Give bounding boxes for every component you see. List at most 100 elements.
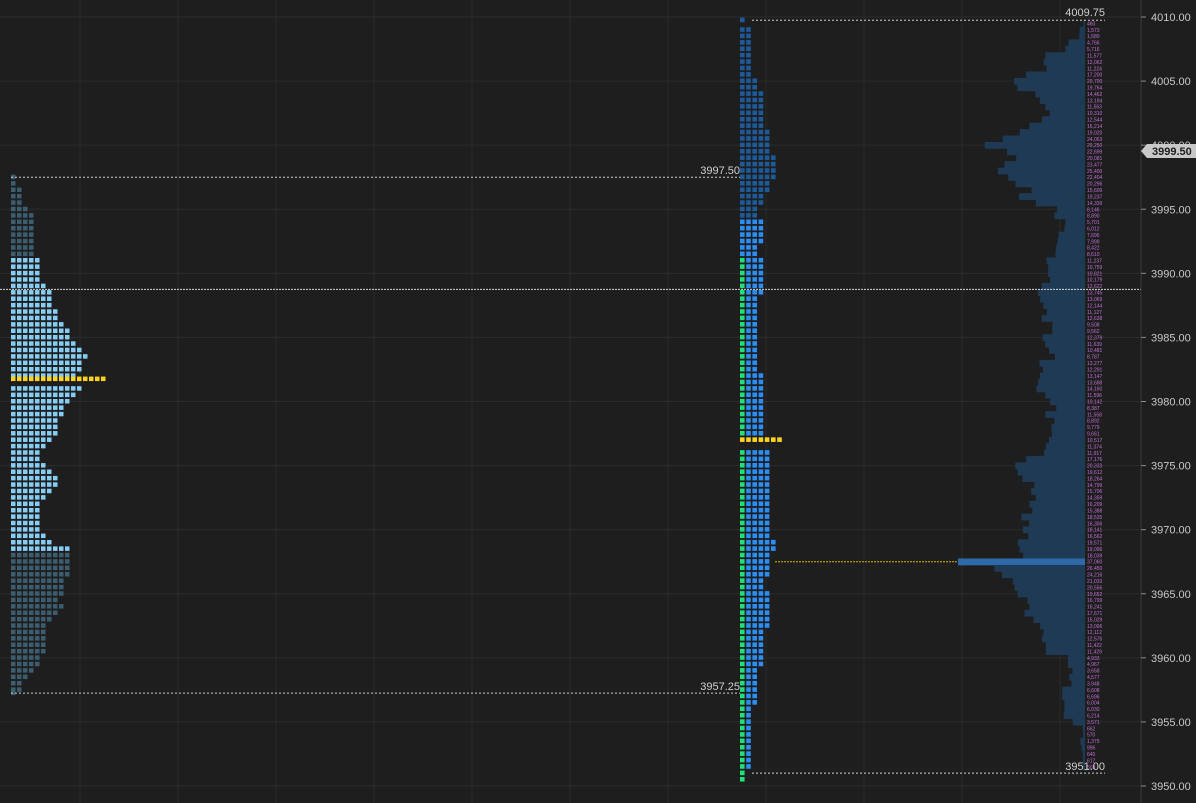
center-tpo-block <box>758 219 764 225</box>
center-tpo-block <box>740 674 745 680</box>
left-tpo-block <box>17 475 22 481</box>
center-tpo-block <box>746 341 751 346</box>
left-tpo-block <box>47 604 52 609</box>
left-tpo-block <box>59 392 64 398</box>
left-tpo-block <box>47 296 52 301</box>
center-tpo-block <box>740 411 745 417</box>
left-tpo-block <box>29 376 34 382</box>
left-tpo-block <box>35 290 40 295</box>
center-tpo-block <box>740 238 745 244</box>
center-tpo-block <box>752 264 757 269</box>
left-tpo-block <box>11 520 16 526</box>
left-tpo-block <box>35 424 40 430</box>
center-tpo-block <box>746 546 751 551</box>
center-tpo-block <box>758 123 764 128</box>
left-tpo-block <box>11 431 16 436</box>
left-tpo-block <box>65 334 70 340</box>
center-tpo-block <box>746 315 751 321</box>
left-tpo-block <box>53 366 58 372</box>
center-tpo-block <box>758 629 764 635</box>
center-tpo-block <box>740 302 745 308</box>
center-tpo-block <box>746 591 751 596</box>
left-tpo-block <box>23 302 28 308</box>
left-tpo-block <box>59 347 64 353</box>
volume-bar <box>1041 635 1085 643</box>
center-tpo-block <box>752 219 757 225</box>
center-tpo-block <box>740 552 745 558</box>
center-tpo-block <box>740 27 745 32</box>
left-tpo-block <box>77 354 82 359</box>
center-tpo-block <box>752 283 757 289</box>
volume-bar <box>1045 391 1085 399</box>
center-tpo-block <box>758 174 764 180</box>
volume-value-label: 12,544 <box>1087 118 1103 124</box>
left-tpo-block <box>59 604 64 609</box>
center-tpo-block <box>764 514 770 519</box>
left-tpo-block <box>29 315 34 321</box>
left-tpo-block <box>11 219 16 225</box>
left-tpo-block <box>41 322 46 327</box>
left-tpo-block <box>47 302 52 308</box>
volume-value-label: 20,081 <box>1087 156 1103 162</box>
left-tpo-block <box>29 386 34 391</box>
volume-value-label: 1,573 <box>1087 28 1100 34</box>
left-tpo-block <box>47 610 52 615</box>
left-tpo-block <box>23 572 28 577</box>
center-tpo-block <box>746 571 751 577</box>
left-tpo-block <box>59 405 64 410</box>
center-tpo-block <box>752 315 757 321</box>
left-tpo-block <box>23 437 28 442</box>
left-tpo-block <box>53 392 58 398</box>
center-tpo-block <box>758 232 764 237</box>
center-tpo-block <box>740 200 745 205</box>
left-tpo-block <box>35 488 40 494</box>
left-tpo-block <box>53 552 58 558</box>
left-tpo-block <box>59 559 64 564</box>
left-tpo-block <box>41 488 46 494</box>
center-tpo-block <box>740 148 745 154</box>
left-tpo-block <box>11 232 16 237</box>
left-tpo-block <box>23 424 28 430</box>
left-tpo-block <box>29 232 34 237</box>
left-tpo-block <box>53 604 58 609</box>
left-tpo-block <box>41 636 46 641</box>
volume-bar <box>1019 129 1085 136</box>
left-tpo-block <box>29 604 34 609</box>
center-tpo-block <box>752 136 757 141</box>
center-tpo-block <box>740 59 745 64</box>
left-tpo-block <box>35 597 40 603</box>
left-tpo-block <box>35 661 40 667</box>
center-tpo-block <box>752 104 757 109</box>
center-tpo-block <box>752 257 757 263</box>
left-tpo-block <box>35 546 40 551</box>
left-profile-low-label: 3957.25 <box>700 681 740 693</box>
left-tpo-block <box>35 507 40 513</box>
volume-value-label: 996 <box>1087 746 1096 752</box>
center-tpo-block <box>758 648 764 654</box>
center-tpo-block <box>746 373 751 378</box>
center-tpo-block <box>758 565 764 571</box>
center-tpo-block <box>752 462 757 468</box>
center-tpo-block <box>746 655 751 660</box>
left-tpo-block <box>35 591 40 596</box>
left-tpo-block <box>47 315 52 321</box>
volume-value-label: 19,020 <box>1087 130 1103 136</box>
left-tpo-block <box>35 533 40 539</box>
center-tpo-block <box>758 104 764 109</box>
center-tpo-block <box>752 174 757 180</box>
center-tpo-block <box>746 136 751 141</box>
left-tpo-block <box>11 527 16 532</box>
center-tpo-block <box>752 168 757 173</box>
left-tpo-block <box>17 463 22 468</box>
volume-bar <box>1052 327 1085 335</box>
center-tpo-block <box>758 225 764 231</box>
volume-bar <box>1035 494 1085 502</box>
volume-value-label: 640 <box>1087 752 1096 758</box>
left-tpo-block <box>29 520 34 526</box>
center-tpo-block <box>746 687 751 692</box>
left-tpo-block <box>35 418 40 423</box>
left-tpo-block <box>35 565 40 571</box>
left-tpo-block <box>17 559 22 564</box>
volume-value-label: 22,699 <box>1087 150 1103 156</box>
left-tpo-block <box>11 360 16 366</box>
